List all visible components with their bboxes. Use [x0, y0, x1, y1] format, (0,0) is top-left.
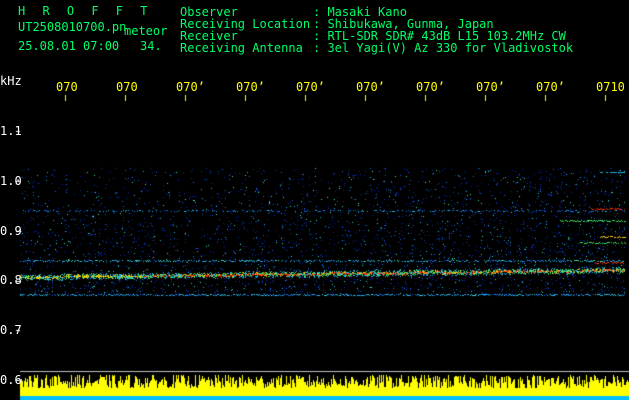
spectrogram-canvas: [0, 0, 629, 400]
y-tick-label: 0.6: [0, 373, 22, 387]
time-tick-label: 070: [116, 80, 138, 94]
y-tick-label: 1.0: [0, 174, 22, 188]
time-tick-label: 070’: [236, 80, 265, 94]
y-tick-label: 1.1: [0, 124, 22, 138]
time-tick-label: 0710: [596, 80, 625, 94]
y-tick-label: 0.7: [0, 323, 22, 337]
time-tick-label: 070’: [476, 80, 505, 94]
time-tick-label: 070: [56, 80, 78, 94]
count-label: 34.: [140, 39, 162, 53]
unit-label: kHz: [0, 74, 22, 88]
time-tick-label: 070’: [356, 80, 385, 94]
time-tick-label: 070’: [176, 80, 205, 94]
hrofft-window: H R O F F T UT2508010700.pn meteor 25.08…: [0, 0, 629, 400]
time-tick-label: 070’: [536, 80, 565, 94]
time-tick-label: 070’: [296, 80, 325, 94]
brand-title: H R O F F T: [18, 4, 153, 18]
antenna-value: : 3el Yagi(V) Az 330 for Vladivostok: [313, 41, 574, 55]
mode-label: meteor: [124, 24, 168, 38]
filename-label: UT2508010700.pn: [18, 20, 127, 34]
time-tick-label: 070’: [416, 80, 445, 94]
y-tick-label: 0.8: [0, 273, 22, 287]
y-tick-label: 0.9: [0, 224, 22, 238]
antenna-label: Receiving Antenna: [180, 41, 303, 55]
datetime-label: 25.08.01 07:00: [18, 39, 120, 53]
